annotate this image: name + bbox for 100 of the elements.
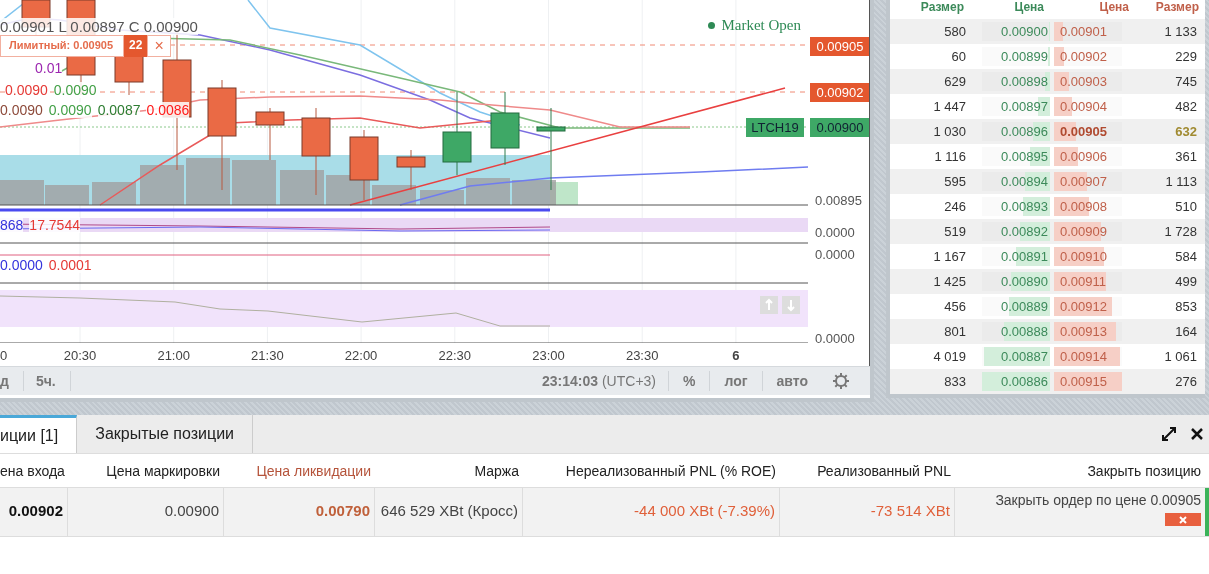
volume-bar	[280, 170, 324, 205]
ask-size: 1 133	[1163, 24, 1198, 39]
column-header[interactable]: Реализованный PNL	[780, 454, 955, 487]
table-cell: 646 529 XBt (Кросс)	[375, 488, 523, 536]
time-axis-label: 23:00	[531, 348, 566, 363]
timezone-label: (UTC+3)	[601, 373, 656, 389]
ask-price[interactable]: 0.00903	[1050, 74, 1107, 89]
ask-price[interactable]: 0.00907	[1050, 174, 1107, 189]
bid-size: 595	[943, 174, 967, 189]
ask-price[interactable]: 0.00914	[1050, 349, 1107, 364]
price-axis-label: 0.0000	[815, 331, 855, 346]
ask-size: 1 113	[1164, 174, 1198, 189]
indicator-value: 0.0001	[48, 257, 92, 273]
bid-size: 1 116	[933, 149, 967, 164]
market-status-text: Market Open	[721, 17, 801, 34]
ask-size: 584	[1174, 249, 1198, 264]
symbol-price-tag: LTCH19	[746, 118, 804, 137]
ask-price[interactable]: 0.00909	[1050, 224, 1107, 239]
ask-price[interactable]: 0.00904	[1050, 99, 1107, 114]
interval-button[interactable]: д	[0, 371, 24, 391]
ask-size: 164	[1174, 324, 1198, 339]
status-dot-icon	[708, 22, 716, 29]
ask-size: 853	[1174, 299, 1198, 314]
time-axis-label: 6	[731, 348, 741, 363]
bid-size: 1 425	[932, 274, 967, 289]
volume-bar	[140, 165, 184, 205]
ask-size: 1 061	[1163, 349, 1198, 364]
ask-size: 745	[1174, 74, 1198, 89]
positions-tab[interactable]: иции [1]	[0, 415, 78, 453]
indicator-value: 0.0087	[97, 102, 141, 118]
ask-price[interactable]: 0.00908	[1050, 199, 1107, 214]
time-axis-label: 20:30	[62, 348, 98, 363]
ask-price[interactable]: 0.00905	[1050, 124, 1107, 139]
column-header[interactable]: Маржа	[375, 454, 523, 487]
price-axis-label: 0.00895	[815, 193, 862, 208]
bid-size: 246	[943, 199, 967, 214]
indicator-value: 0.0090	[5, 82, 48, 98]
ask-price[interactable]: 0.00906	[1050, 149, 1107, 164]
indicator-value: 0.0090	[0, 102, 43, 118]
interval-button[interactable]: 5ч.	[35, 371, 71, 391]
ask-price[interactable]: 0.00902	[1050, 49, 1107, 64]
expand-icon[interactable]	[1161, 426, 1177, 442]
cancel-order-button[interactable]	[1165, 513, 1201, 526]
price-tag: 0.00905	[810, 37, 869, 56]
scale-option-button[interactable]: %	[668, 371, 710, 391]
column-header: Цена	[1013, 0, 1045, 16]
bid-size: 833	[943, 374, 967, 389]
time-axis-label: 22:00	[343, 348, 379, 363]
price-tag: 0.00900	[810, 118, 869, 137]
scale-option-button[interactable]: лог	[709, 371, 762, 391]
time-axis-label: 21:30	[250, 348, 285, 363]
time-axis-label: 22:30	[437, 348, 473, 363]
candle	[255, 107, 285, 161]
ask-price[interactable]: 0.00912	[1050, 299, 1107, 314]
scale-option-button[interactable]: авто	[761, 371, 822, 391]
clock-time: 23:14:03	[541, 373, 598, 389]
column-header: Размер	[919, 0, 965, 16]
column-header[interactable]: Цена маркировки	[68, 454, 224, 487]
volume-bar	[186, 158, 230, 205]
order-cancel-button[interactable]: ×	[147, 35, 171, 57]
indicator-value: 0.0090	[48, 102, 92, 118]
close-order-text: Закрыть ордер по цене 0.00905	[995, 492, 1201, 508]
bid-size: 1 030	[932, 124, 967, 139]
time-axis-label: 23:30	[624, 348, 660, 363]
ask-price[interactable]: 0.00910	[1050, 249, 1107, 264]
ask-price[interactable]: 0.00911	[1050, 274, 1107, 289]
ohlc-legend: 0.00901 L 0.00897 C 0.00900	[0, 18, 198, 35]
ask-size: 229	[1174, 49, 1198, 64]
time-axis-label: 21:00	[156, 348, 191, 363]
column-header[interactable]: Закрыть позицию	[955, 454, 1205, 487]
ask-size: 1 728	[1163, 224, 1198, 239]
ask-price[interactable]: 0.00913	[1050, 324, 1107, 339]
column-header: Размер	[1154, 0, 1200, 16]
order-quantity[interactable]: 22	[124, 35, 148, 57]
volume-bar	[45, 185, 89, 205]
indicator-value: 0.0086	[146, 102, 190, 118]
indicator-value: 0.0000	[0, 257, 43, 273]
bid-size: 1 447	[932, 99, 967, 114]
table-cell: 0.00790	[224, 488, 375, 536]
bid-size: 60	[950, 49, 967, 64]
table-cell: -73 514 XBt	[780, 488, 955, 536]
order-line-label[interactable]: Лимитный: 0.00905	[0, 35, 125, 57]
bid-size: 801	[943, 324, 967, 339]
column-header[interactable]: ена входа	[0, 454, 68, 487]
bid-size: 456	[943, 299, 967, 314]
ask-price[interactable]: 0.00901	[1050, 24, 1107, 39]
candle	[396, 149, 426, 191]
close-icon[interactable]	[1191, 428, 1203, 440]
position-side-bar	[1205, 488, 1209, 536]
column-header[interactable]: Нереализованный PNL (% ROE)	[523, 454, 780, 487]
indicator-value: 868	[0, 217, 24, 233]
ask-size: 361	[1174, 149, 1198, 164]
bid-size: 4 019	[932, 349, 967, 364]
price-axis-label: 0.0000	[815, 225, 855, 240]
column-header[interactable]: Цена ликвидации	[224, 454, 375, 487]
column-header: Цена	[1098, 0, 1130, 16]
bid-size: 629	[943, 74, 967, 89]
settings-icon[interactable]	[832, 372, 850, 390]
time-axis-label: 0	[0, 348, 8, 363]
ask-price[interactable]: 0.00915	[1050, 374, 1107, 389]
